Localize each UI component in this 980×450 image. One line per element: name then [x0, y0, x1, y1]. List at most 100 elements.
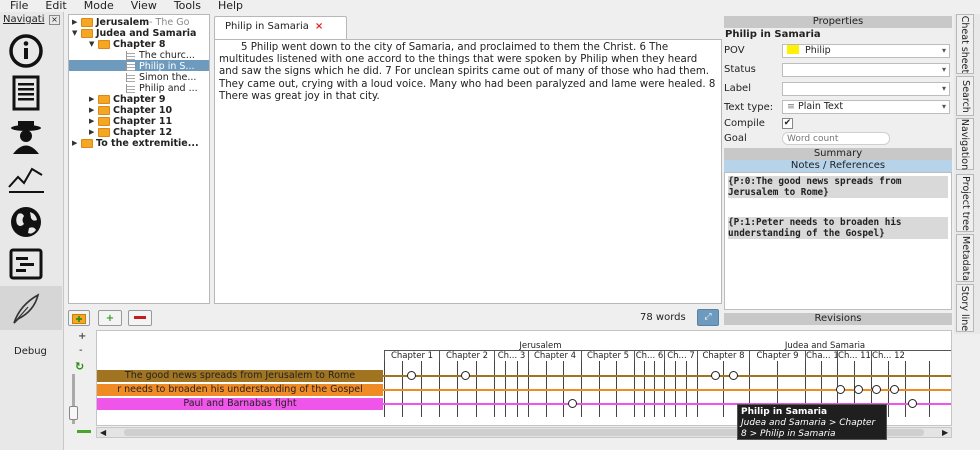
- goal-input[interactable]: [782, 132, 890, 145]
- scene-marker[interactable]: [461, 371, 470, 380]
- plotline-label-0[interactable]: The good news spreads from Jerusalem to …: [97, 370, 383, 382]
- storyline-chapter-10[interactable]: Cha... 10: [805, 351, 837, 361]
- storyline-chapter-8[interactable]: Chapter 8: [697, 351, 749, 361]
- chevron-down-icon: ▾: [941, 46, 946, 55]
- scroll-right-icon[interactable]: ▶: [942, 428, 948, 437]
- close-icon[interactable]: ×: [49, 15, 60, 25]
- close-tab-icon[interactable]: ×: [315, 21, 323, 32]
- menu-file[interactable]: File: [0, 0, 35, 12]
- document-icon[interactable]: [5, 74, 47, 112]
- menu-view[interactable]: View: [121, 0, 164, 12]
- scene-marker[interactable]: [407, 371, 416, 380]
- label-label: Label: [724, 83, 751, 94]
- note-reference: {P:0:The good news spreads from Jerusale…: [728, 176, 948, 198]
- storyline-controls: + - ↻: [66, 330, 94, 440]
- scene-marker[interactable]: [854, 385, 863, 394]
- notes-header[interactable]: Notes / References: [724, 160, 952, 172]
- editor-tab[interactable]: Philip in Samaria ×: [214, 16, 347, 40]
- item-title: Philip in Samaria: [725, 29, 821, 40]
- storyline-chapter-6[interactable]: Ch... 6: [634, 351, 664, 361]
- status-label: Status: [724, 64, 756, 75]
- refresh-icon[interactable]: ↻: [75, 360, 84, 373]
- outline-icon[interactable]: [5, 245, 47, 283]
- chevron-down-icon: ▾: [941, 84, 946, 93]
- scene-marker[interactable]: [836, 385, 845, 394]
- remove-button[interactable]: [128, 310, 152, 326]
- note-reference: {P:1:Peter needs to broaden his understa…: [728, 217, 948, 239]
- storyline-chapter-12[interactable]: Ch... 12: [871, 351, 905, 361]
- tree-item-philip-in-samaria[interactable]: Philip in S...: [126, 61, 195, 72]
- scene-marker[interactable]: [568, 399, 577, 408]
- scene-marker[interactable]: [711, 371, 720, 380]
- editor-text: 5 Philip went down to the city of Samari…: [219, 42, 716, 102]
- tree-item-chapter-11[interactable]: ▶ Chapter 11: [89, 116, 172, 127]
- scene-marker[interactable]: [890, 385, 899, 394]
- tab-metadata[interactable]: Metadata: [956, 234, 974, 282]
- tree-item-extremities[interactable]: ▶ To the extremitie...: [72, 138, 199, 149]
- revisions-header[interactable]: Revisions: [724, 313, 952, 325]
- plus-icon: +: [105, 312, 115, 324]
- info-icon[interactable]: [5, 32, 47, 70]
- storyline-chapter-1[interactable]: Chapter 1: [384, 351, 439, 361]
- storyline-chapter-3[interactable]: Ch... 3: [494, 351, 528, 361]
- pov-select[interactable]: Philip ▾: [782, 44, 950, 58]
- scene-marker[interactable]: [908, 399, 917, 408]
- tab-cheat-sheet[interactable]: Cheat sheet: [956, 14, 974, 74]
- scene-marker[interactable]: [729, 371, 738, 380]
- folder-plus-icon: [72, 313, 86, 324]
- tab-story-line[interactable]: Story line: [956, 284, 974, 332]
- fullscreen-button[interactable]: ⤢: [697, 309, 719, 326]
- label-select[interactable]: ▾: [782, 82, 950, 96]
- storyline-chapter-5[interactable]: Chapter 5: [581, 351, 634, 361]
- menu-mode[interactable]: Mode: [74, 0, 121, 12]
- menu-tools[interactable]: Tools: [164, 0, 208, 12]
- storyline-chapter-4[interactable]: Chapter 4: [528, 351, 581, 361]
- tooltip-title: Philip in Samaria: [741, 407, 828, 417]
- word-count: 78 words: [640, 312, 686, 323]
- tab-navigation[interactable]: Navigation: [956, 118, 974, 170]
- navigation-title: Navigati: [3, 14, 45, 25]
- scroll-left-icon[interactable]: ◀: [100, 428, 106, 437]
- pov-label: POV: [724, 45, 745, 56]
- chevron-down-icon: ▾: [941, 65, 946, 74]
- tree-item-jerusalem[interactable]: ▶ Jerusalem - The Go: [72, 17, 189, 28]
- menubar: File Edit Mode View Tools Help: [0, 0, 980, 12]
- storyline-chapter-11[interactable]: Ch... 11: [837, 351, 871, 361]
- zoom-slider-handle[interactable]: [69, 406, 78, 420]
- tab-project-tree[interactable]: Project tree: [956, 174, 974, 232]
- status-select[interactable]: ▾: [782, 63, 950, 77]
- storyline-chapter-7[interactable]: Ch... 7: [664, 351, 697, 361]
- plotline-label-2[interactable]: Paul and Barnabas fight: [97, 398, 383, 410]
- storyline-chapter-2[interactable]: Chapter 2: [439, 351, 494, 361]
- notes-editor[interactable]: {P:0:The good news spreads from Jerusale…: [724, 172, 952, 310]
- tree-item-chapter-9[interactable]: ▶ Chapter 9: [89, 94, 166, 105]
- text-type-select[interactable]: ≡ Plain Text ▾: [782, 100, 950, 114]
- world-icon[interactable]: [5, 203, 47, 241]
- menu-edit[interactable]: Edit: [35, 0, 73, 12]
- tree-item-simon[interactable]: Simon the...: [126, 72, 196, 83]
- project-tree: ▶ Jerusalem - The Go ▼ Judea and Samaria ▼…: [68, 14, 210, 304]
- compile-checkbox[interactable]: ✔: [782, 118, 793, 129]
- character-icon[interactable]: [5, 118, 47, 156]
- tree-item-philip-and[interactable]: Philip and ...: [126, 83, 198, 94]
- add-button[interactable]: +: [98, 310, 122, 326]
- zoom-in-button[interactable]: +: [78, 331, 86, 342]
- tree-item-chapter-12[interactable]: ▶ Chapter 12: [89, 127, 172, 138]
- text-editor[interactable]: 5 Philip went down to the city of Samari…: [214, 39, 722, 304]
- tree-item-chapter-8[interactable]: ▼ Chapter 8: [89, 39, 166, 50]
- tree-item-chapter-10[interactable]: ▶ Chapter 10: [89, 105, 172, 116]
- scene-marker[interactable]: [872, 385, 881, 394]
- editor-tab-title: Philip in Samaria: [225, 21, 309, 32]
- plot-icon[interactable]: [5, 160, 47, 198]
- plotline-label-1[interactable]: r needs to broaden his understanding of …: [97, 384, 383, 396]
- menu-help[interactable]: Help: [208, 0, 250, 12]
- tree-item-the-church[interactable]: The churc...: [126, 50, 195, 61]
- tree-item-judea-samaria[interactable]: ▼ Judea and Samaria: [72, 28, 196, 39]
- add-folder-button[interactable]: [68, 310, 90, 326]
- summary-header[interactable]: Summary: [724, 148, 952, 160]
- storyline-chapter-9[interactable]: Chapter 9: [749, 351, 805, 361]
- tooltip-path: Judea and Samaria > Chapter 8 > Philip i…: [741, 418, 876, 439]
- zoom-out-button[interactable]: -: [79, 345, 83, 356]
- tab-search[interactable]: Search: [956, 76, 974, 116]
- editor-quill-icon[interactable]: [5, 290, 47, 328]
